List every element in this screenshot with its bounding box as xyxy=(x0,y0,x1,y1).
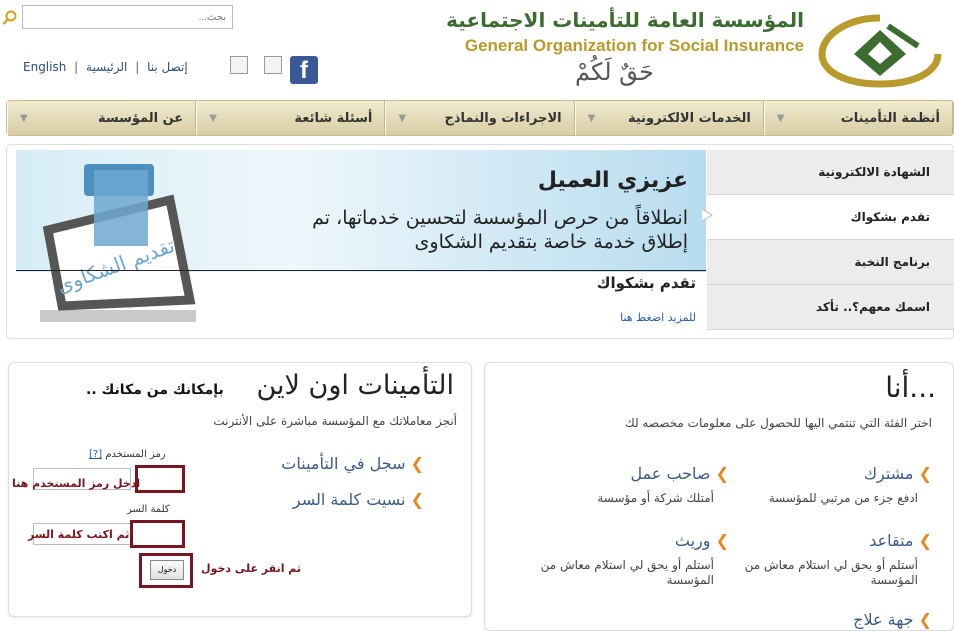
i-am-item-title: وريث xyxy=(674,531,711,550)
hero-more-link[interactable]: للمزيد اضغط هنا xyxy=(620,311,696,324)
chevron-down-icon: ▼ xyxy=(776,113,785,124)
annotation-highlight xyxy=(130,520,185,548)
forgot-link-row[interactable]: نسيت كلمة السر ❮ xyxy=(293,490,424,509)
logo-english-name: General Organization for Social Insuranc… xyxy=(464,36,804,55)
username-label: رمز المستخدم xyxy=(105,449,166,460)
social-icon-broken[interactable] xyxy=(230,56,248,74)
active-pointer-icon xyxy=(700,207,714,222)
i-am-employer[interactable]: صاحب عمل ❮ xyxy=(630,464,729,483)
chevron-left-icon: ❮ xyxy=(918,464,932,483)
i-am-item-desc: أمتلك شركة أو مؤسسة xyxy=(597,491,714,505)
nav-label: الخدمات الالكترونية xyxy=(627,110,751,126)
i-am-item-title: جهة علاج xyxy=(853,610,914,629)
annotation-username-note: ادخل رمز المستخدم هنا xyxy=(12,477,141,490)
login-title: التأمينات اون لاين xyxy=(256,370,454,401)
english-link[interactable]: English xyxy=(23,60,66,74)
hero-text: انطلاقاً من حرص المؤسسة لتحسين خدماتها، … xyxy=(312,207,688,253)
search-icon[interactable] xyxy=(2,10,18,26)
separator: | xyxy=(135,60,140,74)
hero-side-menu: الشهادة الالكترونية تقدم بشكواك برنامج ا… xyxy=(707,150,954,330)
i-am-item-desc: أستلم أو يحق لي استلام معاش من المؤسسة xyxy=(540,558,714,587)
contact-link[interactable]: إتصل بنا xyxy=(147,60,188,74)
i-am-subscriber[interactable]: مشترك ❮ xyxy=(864,464,932,483)
nav-label: الاجراءات والنماذج xyxy=(444,110,562,126)
chevron-left-icon: ❮ xyxy=(715,464,729,483)
chevron-down-icon: ▼ xyxy=(587,113,596,124)
i-am-treatment-provider[interactable]: جهة علاج ❮ xyxy=(853,610,932,629)
i-am-item-title: صاحب عمل xyxy=(630,464,711,483)
i-am-item-title: متقاعد xyxy=(869,531,914,550)
nav-faq[interactable]: أسئلة شائعة ▼ xyxy=(196,101,386,135)
i-am-heir[interactable]: وريث ❮ xyxy=(675,531,729,550)
chevron-down-icon: ▼ xyxy=(19,113,28,124)
username-help-link[interactable]: [?] xyxy=(89,449,102,460)
login-subtitle: .. بإمكانك من مكانك xyxy=(86,382,224,398)
forgot-password-link[interactable]: نسيت كلمة السر xyxy=(293,490,406,509)
nav-procedures-forms[interactable]: الاجراءات والنماذج ▼ xyxy=(385,101,575,135)
separator: | xyxy=(74,60,79,74)
chevron-left-icon: ❮ xyxy=(918,531,932,550)
side-item-elite-program[interactable]: برنامج النخبة xyxy=(707,240,954,285)
chevron-down-icon: ▼ xyxy=(209,113,217,124)
i-am-description: اختر الفئة التي تنتمي اليها للحصول على م… xyxy=(624,416,932,430)
chevron-left-icon: ❮ xyxy=(410,454,424,473)
register-link-row[interactable]: سجل في التأمينات ❮ xyxy=(281,454,424,473)
nav-insurance-systems[interactable]: أنظمة التأمينات ▼ xyxy=(763,101,953,135)
i-am-item-desc: ادفع جزء من مرتبي للمؤسسة xyxy=(768,491,918,505)
nav-label: أسئلة شائعة xyxy=(294,110,373,126)
login-description: أنجز معاملاتك مع المؤسسة مباشرة على الأن… xyxy=(213,414,457,428)
nav-e-services[interactable]: الخدمات الالكترونية ▼ xyxy=(574,101,764,135)
annotation-button-note: ثم انقر على دخول xyxy=(201,562,302,575)
chevron-left-icon: ❮ xyxy=(715,531,729,550)
login-button[interactable]: دخول xyxy=(150,560,184,580)
i-am-retiree[interactable]: متقاعد ❮ xyxy=(869,531,932,550)
i-am-item-title: مشترك xyxy=(863,464,914,483)
hero-caption: تقدم بشكواك xyxy=(596,274,696,292)
top-links: English | إتصل بنا | الرئيسية xyxy=(23,60,188,74)
main-nav: أنظمة التأمينات ▼ الخدمات الالكترونية ▼ ال… xyxy=(6,100,954,136)
annotation-password-note: ثم اكتب كلمة السر xyxy=(28,528,130,541)
gosi-logo-icon[interactable] xyxy=(818,14,942,88)
home-link[interactable]: الرئيسية xyxy=(86,60,127,74)
side-item-e-certificate[interactable]: الشهادة الالكترونية xyxy=(707,150,954,195)
password-label: كلمة السر xyxy=(127,504,170,515)
i-am-title: أنا... xyxy=(885,371,936,404)
search-input[interactable] xyxy=(22,5,233,29)
i-am-item-desc: أستلم أو يحق لي استلام معاش من المؤسسة xyxy=(744,558,918,587)
logo-arabic-name: المؤسسة العامة للتأمينات الاجتماعية xyxy=(446,8,804,32)
hero-title: عزيزي العميل xyxy=(537,168,688,193)
social-icon-broken[interactable] xyxy=(264,56,282,74)
chevron-down-icon: ▼ xyxy=(398,113,407,124)
nav-label: أنظمة التأمينات xyxy=(840,110,940,126)
logo-slogan: حَقٌ لَكُمْ xyxy=(575,58,655,86)
chevron-left-icon: ❮ xyxy=(918,610,932,629)
nav-about[interactable]: عن المؤسسة ▼ xyxy=(6,101,197,135)
annotation-highlight xyxy=(135,465,185,493)
side-item-complaint[interactable]: تقدم بشكواك xyxy=(707,195,954,240)
register-link[interactable]: سجل في التأمينات xyxy=(281,454,405,473)
hero-divider xyxy=(16,270,706,271)
nav-label: عن المؤسسة xyxy=(97,110,184,126)
complaint-box-illustration: تقديم الشكاوى xyxy=(40,160,200,325)
chevron-left-icon: ❮ xyxy=(410,490,424,509)
username-label-row: [?] رمز المستخدم xyxy=(89,449,166,460)
facebook-icon[interactable]: f xyxy=(290,56,318,84)
side-item-check-name[interactable]: اسمك معهم؟.. تأكد xyxy=(707,285,954,330)
